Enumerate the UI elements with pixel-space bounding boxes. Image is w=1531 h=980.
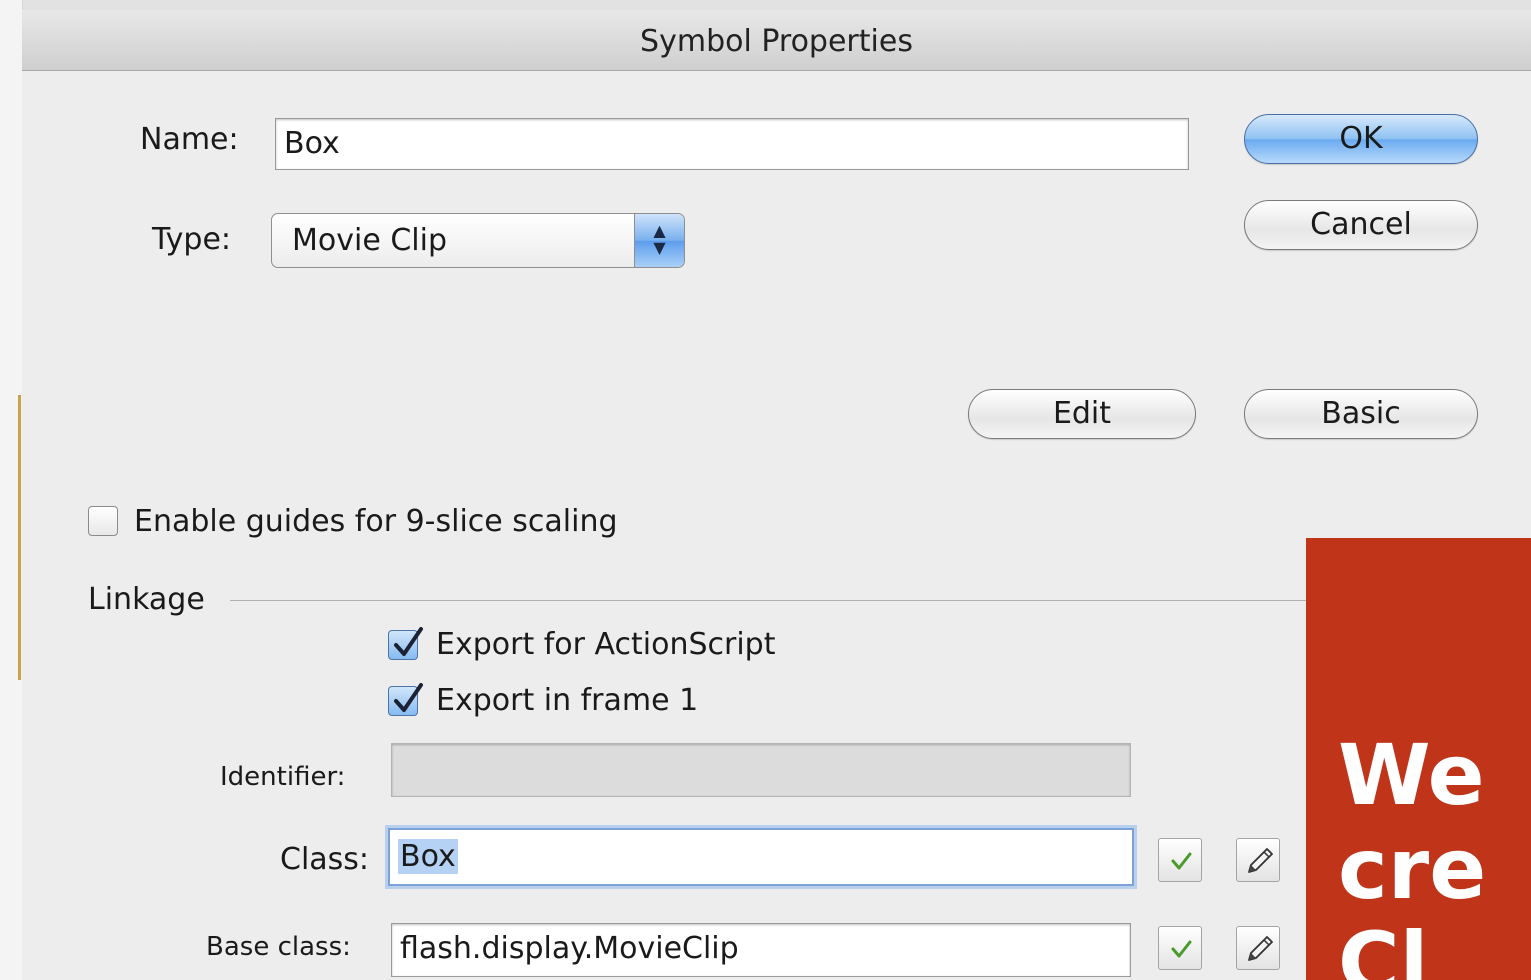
type-select-value: Movie Clip	[292, 223, 447, 258]
base-class-input[interactable]: flash.display.MovieClip	[391, 923, 1131, 977]
basic-button[interactable]: Basic	[1244, 389, 1478, 439]
nine-slice-checkbox[interactable]	[88, 506, 118, 536]
nine-slice-label: Enable guides for 9-slice scaling	[134, 504, 618, 539]
check-icon	[394, 627, 423, 656]
base-class-label: Base class:	[206, 932, 351, 962]
pencil-icon	[1248, 936, 1273, 961]
cancel-button[interactable]: Cancel	[1244, 200, 1478, 250]
check-icon	[1171, 852, 1192, 870]
class-input-value: Box	[398, 839, 458, 874]
identifier-label: Identifier:	[220, 762, 346, 792]
name-label: Name:	[140, 122, 239, 157]
type-select[interactable]: Movie Clip ▲ ▼	[271, 213, 685, 268]
ok-button[interactable]: OK	[1244, 114, 1478, 164]
overlay-annotation-panel: We cre Cl	[1306, 538, 1531, 980]
identifier-input[interactable]	[391, 743, 1131, 797]
export-frame1-checkbox[interactable]	[388, 683, 423, 716]
check-icon	[1171, 940, 1192, 958]
class-input[interactable]: Box	[388, 828, 1134, 886]
class-validate-button[interactable]	[1158, 838, 1202, 882]
symbol-properties-dialog: Symbol Properties Name: Box Type: Movie …	[22, 10, 1531, 980]
base-class-edit-button[interactable]	[1236, 926, 1280, 970]
type-label: Type:	[152, 222, 232, 257]
export-actionscript-label: Export for ActionScript	[436, 627, 776, 662]
up-down-arrows-icon: ▲ ▼	[634, 214, 684, 267]
class-edit-button[interactable]	[1236, 838, 1280, 882]
check-icon	[394, 683, 423, 712]
linkage-label: Linkage	[88, 582, 205, 617]
name-input[interactable]: Box	[275, 118, 1189, 170]
background-window-top	[0, 0, 1531, 10]
dialog-title: Symbol Properties	[22, 10, 1531, 71]
base-class-validate-button[interactable]	[1158, 926, 1202, 970]
edit-button[interactable]: Edit	[968, 389, 1196, 439]
export-frame1-label: Export in frame 1	[436, 683, 699, 718]
pencil-icon	[1248, 848, 1273, 873]
linkage-divider	[230, 600, 1330, 601]
background-window-accent	[18, 395, 21, 680]
class-label: Class:	[280, 842, 370, 877]
export-actionscript-checkbox[interactable]	[388, 627, 423, 660]
overlay-annotation-text: We cre Cl	[1338, 726, 1487, 980]
